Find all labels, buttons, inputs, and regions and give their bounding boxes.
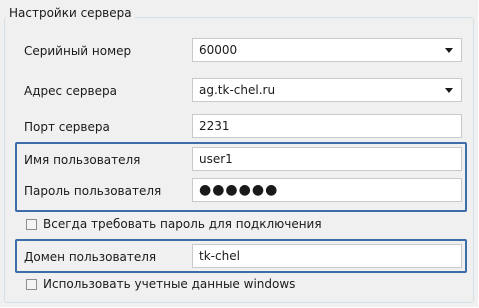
domain-value: tk-chel [199, 249, 240, 263]
use-windows-option[interactable]: Использовать учетные данные windows [26, 277, 295, 291]
domain-label: Домен пользователя [24, 250, 157, 264]
password-value: ●●●●●● [199, 182, 279, 198]
serial-combobox[interactable]: 60000 [192, 38, 462, 62]
username-input[interactable]: user1 [192, 147, 462, 171]
address-value: ag.tk-chel.ru [199, 83, 276, 97]
username-label: Имя пользователя [24, 153, 141, 167]
serial-label: Серийный номер [24, 44, 132, 58]
use-windows-label: Использовать учетные данные windows [43, 277, 296, 291]
use-windows-checkbox[interactable] [26, 278, 37, 290]
address-combobox[interactable]: ag.tk-chel.ru [192, 78, 462, 102]
username-value: user1 [199, 152, 233, 166]
port-value: 2231 [199, 119, 230, 133]
password-input[interactable]: ●●●●●● [192, 178, 462, 202]
always-password-checkbox[interactable] [26, 218, 37, 230]
domain-input[interactable]: tk-chel [192, 244, 462, 268]
port-label: Порт сервера [24, 120, 110, 134]
port-input[interactable]: 2231 [192, 114, 462, 138]
serial-value: 60000 [199, 43, 238, 57]
chevron-down-icon[interactable] [445, 88, 453, 93]
address-label: Адрес сервера [24, 84, 117, 98]
group-title: Настройки сервера [6, 6, 135, 20]
chevron-down-icon[interactable] [445, 48, 453, 53]
server-settings-panel: Настройки сервера Серийный номер 60000 А… [0, 0, 478, 307]
password-label: Пароль пользователя [24, 184, 162, 198]
always-password-option[interactable]: Всегда требовать пароль для подключения [26, 217, 322, 231]
always-password-label: Всегда требовать пароль для подключения [43, 217, 322, 231]
